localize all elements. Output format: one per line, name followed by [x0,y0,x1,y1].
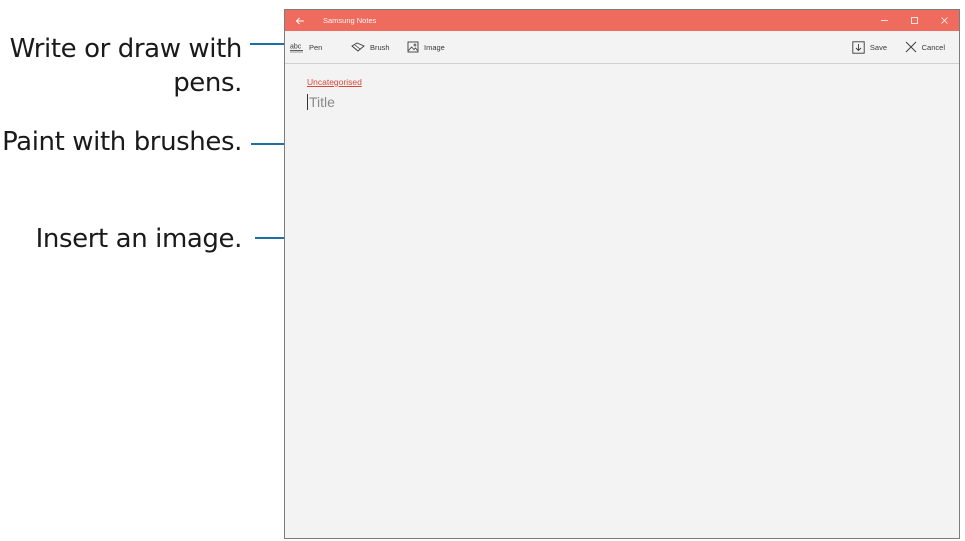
title-input[interactable]: Title [307,94,335,110]
pen-icon: abc [290,41,304,53]
text-caret [307,94,308,110]
minimize-button[interactable] [869,10,899,31]
svg-text:abc: abc [290,44,302,51]
close-button[interactable] [929,10,959,31]
back-arrow-icon [295,17,304,24]
save-icon [852,40,865,54]
category-link[interactable]: Uncategorised [307,77,362,87]
maximize-icon [910,17,918,24]
pen-button[interactable]: abc Pen [290,31,322,63]
image-label: Image [424,42,445,52]
app-title: Samsung Notes [323,16,377,25]
toolbar: abc Pen Brush Image Save Cancel [285,31,959,64]
brush-icon [351,41,365,53]
image-button[interactable]: Image [407,31,445,63]
save-button[interactable]: Save [852,31,887,63]
samsung-notes-window: Samsung Notes abc Pen Brush Image Save C… [284,9,960,539]
image-icon [407,41,419,53]
maximize-button[interactable] [899,10,929,31]
note-editor[interactable]: Uncategorised Title [285,64,959,538]
brush-label: Brush [370,42,390,52]
close-icon [940,17,948,24]
cancel-label: Cancel [921,42,945,52]
back-button[interactable] [289,10,311,31]
cancel-button[interactable]: Cancel [905,31,945,63]
minimize-icon [880,20,888,21]
title-bar: Samsung Notes [285,10,959,31]
brush-button[interactable]: Brush [351,31,390,63]
title-placeholder: Title [309,94,335,110]
pen-label: Pen [309,42,323,52]
save-label: Save [869,42,887,52]
cancel-icon [905,41,917,53]
window-controls [869,10,959,31]
